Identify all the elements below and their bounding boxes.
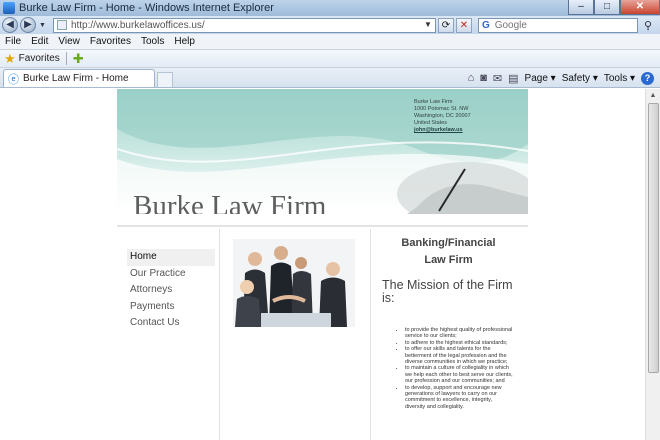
ie-logo-icon [3, 2, 15, 14]
page-menu[interactable]: Page ▾ [525, 73, 556, 84]
tab-row: ⓔ Burke Law Firm - Home ⌂ ◙ ✉ ▤ Page ▾ S… [0, 68, 660, 88]
search-box[interactable]: G [477, 17, 638, 33]
safety-menu[interactable]: Safety ▾ [562, 73, 598, 84]
nav-item-home[interactable]: Home [127, 249, 215, 266]
header-banner: Burke Law Firm 1000 Potomac St. NW Washi… [117, 89, 528, 214]
google-logo-icon: G [481, 19, 490, 31]
menu-favorites[interactable]: Favorites [85, 36, 136, 47]
menu-bar: File Edit View Favorites Tools Help [0, 34, 660, 50]
practice-subtitle-line2: Law Firm [424, 254, 473, 266]
vertical-scrollbar[interactable]: ▲ [645, 89, 660, 440]
nav-item-contact-us[interactable]: Contact Us [127, 315, 219, 332]
nav-item-our-practice[interactable]: Our Practice [127, 266, 219, 283]
nav-item-payments[interactable]: Payments [127, 299, 219, 316]
menu-help[interactable]: Help [169, 36, 200, 47]
mission-heading: The Mission of the Firm is: [382, 278, 513, 305]
favorites-bar: ★ Favorites ✚ [0, 50, 660, 68]
tab-burke-law-firm[interactable]: ⓔ Burke Law Firm - Home [3, 69, 155, 87]
contact-info: Burke Law Firm 1000 Potomac St. NW Washi… [414, 99, 471, 134]
scrollbar-thumb[interactable] [648, 103, 659, 373]
team-illustration [233, 239, 355, 327]
tools-menu[interactable]: Tools ▾ [604, 73, 635, 84]
add-favorite-icon[interactable]: ✚ [73, 51, 84, 67]
address-url[interactable]: http://www.burkelawoffices.us/ [71, 20, 205, 31]
favorites-divider [65, 52, 67, 65]
page-viewport: Burke Law Firm 1000 Potomac St. NW Washi… [0, 89, 660, 440]
history-dropdown-icon[interactable]: ▼ [39, 22, 46, 29]
refresh-button[interactable]: ⟳ [437, 17, 454, 33]
stop-button[interactable]: ✕ [455, 17, 472, 33]
mission-item: to maintain a culture of collegiality in… [405, 365, 513, 384]
header-divider [117, 225, 528, 227]
practice-subtitle-line1: Banking/Financial [401, 237, 496, 249]
scroll-up-arrow-icon[interactable]: ▲ [646, 89, 660, 103]
sidebar-nav: Home Our Practice Attorneys Payments Con… [117, 229, 220, 440]
menu-file[interactable]: File [0, 36, 26, 47]
mission-list: to provide the highest quality of profes… [399, 327, 513, 410]
mission-column: Banking/Financial Law Firm The Mission o… [371, 229, 528, 440]
nav-item-attorneys[interactable]: Attorneys [127, 282, 219, 299]
contact-street: 1000 Potomac St. NW [414, 106, 469, 112]
mail-icon[interactable]: ✉ [493, 72, 502, 85]
menu-tools[interactable]: Tools [136, 36, 169, 47]
close-button[interactable]: ✕ [620, 0, 660, 15]
feeds-icon[interactable]: ◙ [480, 72, 487, 84]
minimize-button[interactable]: – [568, 0, 594, 15]
home-icon[interactable]: ⌂ [468, 72, 475, 84]
command-bar: ⌂ ◙ ✉ ▤ Page ▾ Safety ▾ Tools ▾ ? [462, 70, 654, 86]
window-title-bar: Burke Law Firm - Home - Windows Internet… [0, 0, 660, 16]
contact-country: United States [414, 120, 448, 126]
search-icon[interactable]: ⚲ [644, 19, 652, 32]
contact-city: Washington, DC 20007 [414, 113, 471, 119]
forward-button[interactable]: ▶ [20, 17, 36, 33]
contact-email-link[interactable]: john@burkelaw.us [414, 127, 471, 134]
window-title: Burke Law Firm - Home - Windows Internet… [19, 2, 274, 14]
firm-name-heading: Burke Law Firm [133, 190, 327, 214]
menu-edit[interactable]: Edit [26, 36, 53, 47]
website: Burke Law Firm 1000 Potomac St. NW Washi… [117, 89, 528, 440]
contact-name: Burke Law Firm [414, 99, 453, 105]
tab-label: Burke Law Firm - Home [23, 73, 129, 84]
page-icon [56, 20, 67, 30]
address-dropdown-icon[interactable]: ▼ [424, 20, 432, 29]
print-icon[interactable]: ▤ [508, 72, 518, 85]
menu-view[interactable]: View [53, 36, 85, 47]
new-tab-button[interactable] [157, 72, 173, 87]
favorites-star-icon[interactable]: ★ [4, 51, 16, 67]
favorites-button[interactable]: Favorites [19, 53, 60, 64]
photo-column [220, 229, 371, 440]
mission-item: to develop, support and encourage new ge… [405, 385, 513, 411]
address-toolbar: ◀ ▶ ▼ http://www.burkelawoffices.us/ ▼ ⟳… [0, 16, 660, 34]
address-bar[interactable]: http://www.burkelawoffices.us/ ▼ [52, 17, 436, 33]
back-button[interactable]: ◀ [2, 17, 18, 33]
practice-subtitle: Banking/Financial Law Firm [381, 235, 516, 269]
mission-item: to offer our skills and talents for the … [405, 346, 513, 365]
ie-tab-icon: ⓔ [8, 73, 19, 86]
maximize-button[interactable]: □ [594, 0, 620, 15]
search-input[interactable] [494, 19, 605, 31]
business-team-photo [233, 239, 355, 327]
help-icon[interactable]: ? [641, 71, 654, 85]
window-controls: – □ ✕ [568, 0, 660, 16]
mission-item: to provide the highest quality of profes… [405, 327, 513, 340]
